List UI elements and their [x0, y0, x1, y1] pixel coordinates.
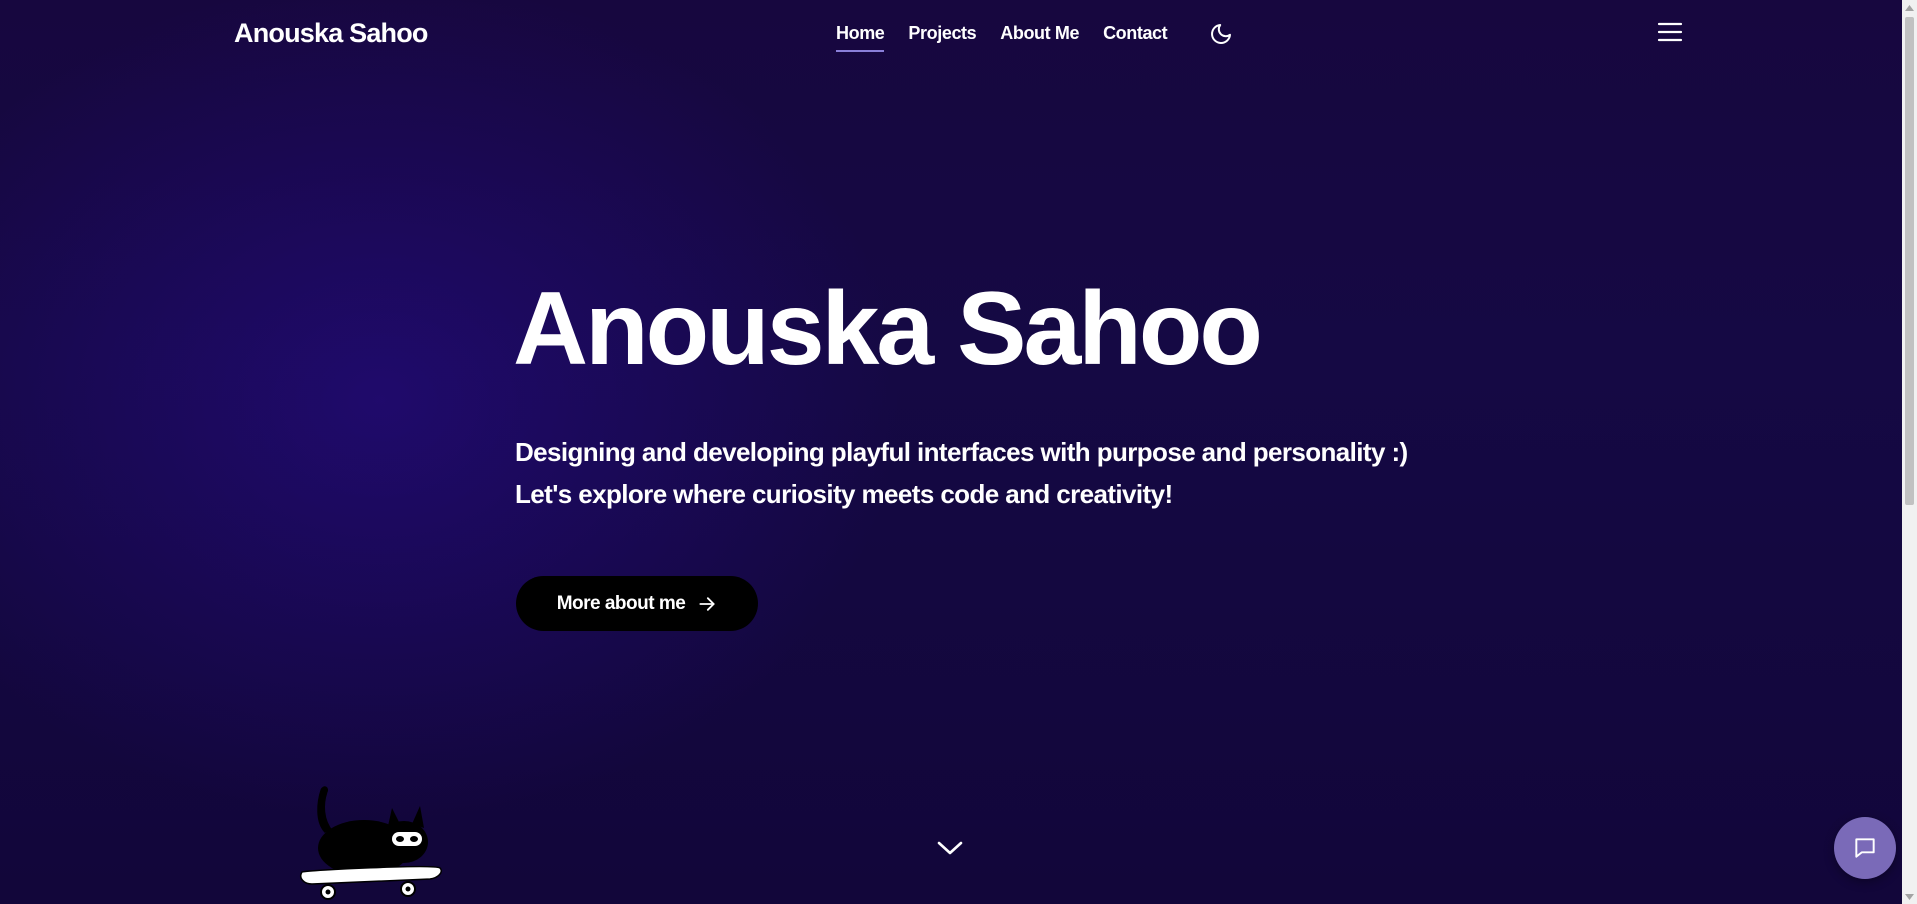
page: Anouska Sahoo Home Projects About Me Con… [0, 0, 1902, 904]
more-about-me-button[interactable]: More about me [516, 576, 758, 631]
hero-tagline-line-2: Let's explore where curiosity meets code… [515, 479, 1173, 509]
scrollbar-up-arrow[interactable] [1902, 0, 1917, 15]
triangle-up-icon [1905, 4, 1914, 11]
brand-logo-link[interactable]: Anouska Sahoo [234, 18, 428, 49]
chat-bubble-icon [1855, 838, 1875, 858]
scrollbar-down-arrow[interactable] [1902, 889, 1917, 904]
arrow-right-icon [699, 596, 715, 611]
chat-button[interactable] [1834, 817, 1896, 879]
chevron-down-icon [937, 841, 963, 855]
moon-icon [1211, 24, 1231, 44]
hamburger-menu-button[interactable] [1656, 20, 1684, 44]
main-nav: Home Projects About Me Contact [836, 23, 1168, 52]
scroll-down-button[interactable] [936, 837, 964, 859]
hero-title: Anouska Sahoo [513, 271, 1263, 387]
nav-link-contact[interactable]: Contact [1103, 23, 1168, 50]
nav-link-home[interactable]: Home [836, 23, 885, 52]
theme-toggle-button[interactable] [1208, 21, 1234, 47]
cta-label: More about me [556, 592, 686, 614]
vertical-scrollbar[interactable] [1902, 0, 1917, 904]
nav-link-projects[interactable]: Projects [908, 23, 976, 50]
scrollbar-thumb[interactable] [1905, 17, 1914, 505]
hamburger-menu-icon [1657, 22, 1683, 42]
nav-link-about-me[interactable]: About Me [1000, 23, 1079, 50]
hero-tagline-line-1: Designing and developing playful interfa… [515, 437, 1408, 467]
cat-on-skateboard-illustration [300, 786, 442, 900]
triangle-down-icon [1905, 893, 1914, 900]
